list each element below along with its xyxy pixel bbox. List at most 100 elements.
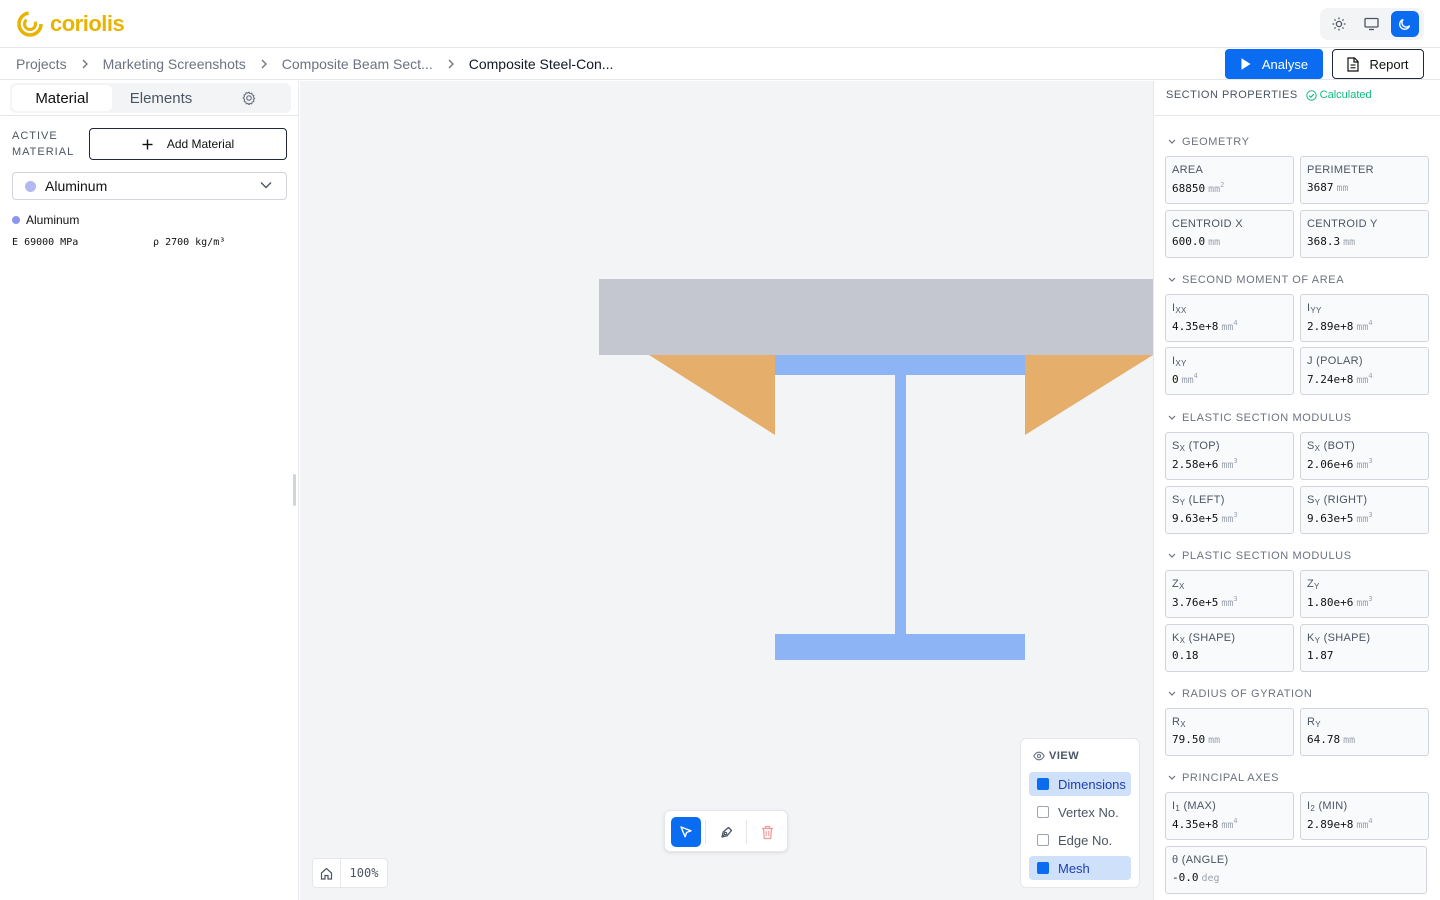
- section-properties-title: SECTION PROPERTIES: [1166, 89, 1298, 101]
- group-geometry-header[interactable]: GEOMETRY: [1168, 136, 1250, 148]
- j-polar-card: J (POLAR) 7.24e+8 mm4: [1300, 347, 1429, 395]
- report-button[interactable]: Report: [1332, 49, 1424, 79]
- app-logo[interactable]: coriolis: [16, 10, 125, 38]
- group-plastic-header[interactable]: PLASTIC SECTION MODULUS: [1168, 550, 1352, 562]
- material-color-swatch: [25, 180, 36, 192]
- checkbox-unchecked[interactable]: [1037, 806, 1049, 818]
- area-card: AREA 68850 mm2: [1165, 156, 1294, 204]
- zy-unit: mm: [1356, 598, 1369, 609]
- kx-suffix: (SHAPE): [1185, 632, 1236, 644]
- chevron-down-icon: [260, 182, 272, 189]
- concrete-slab[interactable]: [599, 279, 1153, 355]
- checkbox-checked[interactable]: [1037, 862, 1049, 874]
- view-option-edge-no[interactable]: Edge No.: [1029, 828, 1131, 852]
- chevron-right-icon: [260, 59, 268, 69]
- sx-top-value: 2.58e+6: [1172, 458, 1219, 471]
- ky-suffix: (SHAPE): [1320, 632, 1371, 644]
- checkbox-unchecked[interactable]: [1037, 834, 1049, 846]
- haunch-left[interactable]: [649, 355, 775, 435]
- settings-tab[interactable]: [234, 85, 264, 111]
- theme-dark-button[interactable]: [1391, 11, 1420, 37]
- section-canvas[interactable]: 100% VIEW Dimensions Vertex No. Edge No.…: [300, 81, 1153, 900]
- sx-bot-unit: mm: [1356, 460, 1369, 471]
- ry-unit: mm: [1343, 735, 1356, 746]
- select-tool-button[interactable]: [671, 817, 701, 847]
- breadcrumb: Projects Marketing Screenshots Composite…: [16, 48, 613, 80]
- e-label: E: [12, 237, 19, 248]
- chevron-down-icon: [1168, 139, 1176, 144]
- pen-tool-button[interactable]: [711, 817, 741, 847]
- unit-exponent: 3: [1368, 457, 1373, 465]
- zx-value: 3.76e+5: [1172, 596, 1219, 609]
- group-second-moment-header[interactable]: SECOND MOMENT OF AREA: [1168, 274, 1344, 286]
- sy-left-value: 9.63e+5: [1172, 512, 1219, 525]
- section-properties-panel: SECTION PROPERTIES Calculated GEOMETRY A…: [1153, 81, 1440, 900]
- breadcrumb-folder[interactable]: Marketing Screenshots: [103, 56, 246, 72]
- top-flange[interactable]: [775, 355, 1025, 375]
- sun-icon: [1332, 17, 1346, 31]
- zy-card: ZY 1.80e+6 mm3: [1300, 570, 1429, 618]
- ixx-unit: mm: [1221, 322, 1234, 333]
- haunch-right[interactable]: [1025, 355, 1153, 435]
- iyy-sub: YY: [1310, 306, 1322, 315]
- tab-elements[interactable]: Elements: [114, 85, 208, 111]
- checkbox-checked[interactable]: [1037, 778, 1049, 790]
- view-option-mesh[interactable]: Mesh: [1029, 856, 1131, 880]
- tab-material[interactable]: Material: [12, 85, 112, 111]
- ry-label: R: [1307, 716, 1316, 728]
- rho-label: ρ: [153, 237, 160, 248]
- theta-unit: deg: [1201, 873, 1220, 884]
- document-icon: [1347, 56, 1360, 72]
- theme-switcher: [1320, 8, 1424, 40]
- sx-top-label: S: [1172, 440, 1180, 452]
- view-options-panel: VIEW Dimensions Vertex No. Edge No. Mesh: [1020, 738, 1140, 888]
- view-title: VIEW: [1033, 750, 1079, 762]
- add-material-button[interactable]: Add Material: [89, 128, 287, 160]
- unit-exponent: 3: [1368, 595, 1373, 603]
- add-material-label: Add Material: [166, 137, 235, 151]
- view-option-vertex-no[interactable]: Vertex No.: [1029, 800, 1131, 824]
- web[interactable]: [895, 375, 906, 634]
- zy-value: 1.80e+6: [1307, 596, 1354, 609]
- rx-card: RX 79.50 mm: [1165, 708, 1294, 756]
- sy-left-unit: mm: [1221, 514, 1234, 525]
- chevron-down-icon: [1168, 775, 1176, 780]
- delete-tool-button[interactable]: [752, 817, 782, 847]
- theme-light-button[interactable]: [1325, 11, 1353, 37]
- ky-value: 1.87: [1307, 649, 1334, 662]
- iyy-card: IYY 2.89e+8 mm4: [1300, 294, 1429, 342]
- breadcrumb-projects[interactable]: Projects: [16, 56, 67, 72]
- chevron-right-icon: [447, 59, 455, 69]
- material-select[interactable]: Aluminum: [12, 172, 287, 200]
- home-button[interactable]: [313, 859, 341, 887]
- group-gyration-header[interactable]: RADIUS OF GYRATION: [1168, 688, 1312, 700]
- chevron-down-icon: [1168, 277, 1176, 282]
- unit-exponent: 4: [1368, 319, 1373, 327]
- centroid-y-value: 368.3: [1307, 235, 1341, 248]
- moon-icon: [1399, 18, 1411, 30]
- breadcrumb-project[interactable]: Composite Beam Sect...: [282, 56, 433, 72]
- view-option-dimensions[interactable]: Dimensions: [1029, 772, 1131, 796]
- view-title-label: VIEW: [1049, 750, 1080, 762]
- theme-system-button[interactable]: [1358, 11, 1386, 37]
- play-icon: [1241, 58, 1251, 70]
- centroid-y-label: CENTROID Y: [1307, 218, 1378, 230]
- view-option-label: Dimensions: [1058, 776, 1126, 792]
- gear-icon: [242, 91, 256, 105]
- analyse-button[interactable]: Analyse: [1225, 49, 1323, 79]
- zx-card: ZX 3.76e+5 mm3: [1165, 570, 1294, 618]
- i2-card: I2 (MIN) 2.89e+8 mm4: [1300, 792, 1429, 840]
- left-resize-handle[interactable]: [293, 474, 296, 506]
- theta-label: θ (ANGLE): [1172, 854, 1229, 866]
- e-value: 69000 MPa: [24, 237, 79, 248]
- centroid-y-card: CENTROID Y 368.3 mm: [1300, 210, 1429, 258]
- unit-exponent: 4: [1368, 372, 1373, 380]
- group-elastic-header[interactable]: ELASTIC SECTION MODULUS: [1168, 412, 1352, 424]
- status-text: Calculated: [1319, 89, 1372, 101]
- zy-sub: Y: [1314, 582, 1320, 591]
- bottom-flange[interactable]: [775, 634, 1025, 660]
- view-option-label: Mesh: [1058, 860, 1090, 876]
- unit-exponent: 4: [1233, 319, 1238, 327]
- sx-bot-value: 2.06e+6: [1307, 458, 1354, 471]
- group-principal-header[interactable]: PRINCIPAL AXES: [1168, 772, 1279, 784]
